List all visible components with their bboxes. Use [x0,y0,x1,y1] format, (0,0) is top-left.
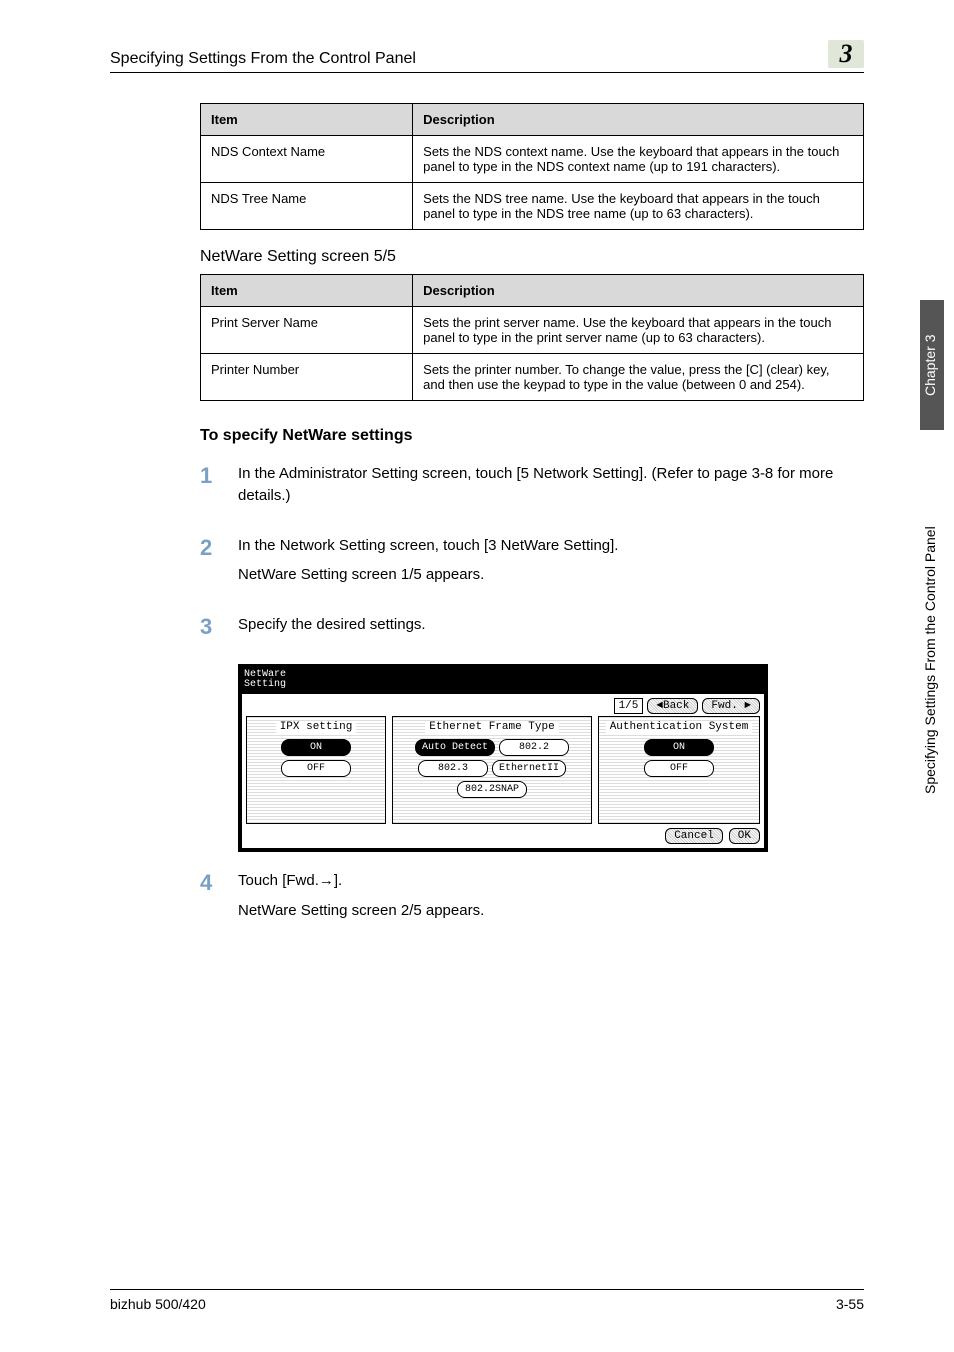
ipx-setting-label: IPX setting [276,721,357,733]
auth-on-button[interactable]: ON [644,739,714,756]
auth-off-button[interactable]: OFF [644,760,714,777]
step-text: NetWare Setting screen 1/5 appears. [238,564,864,586]
th-desc: Description [413,104,864,136]
cell-item: Print Server Name [201,307,413,354]
back-button[interactable]: ◄Back [647,698,698,714]
cell-desc: Sets the print server name. Use the keyb… [413,307,864,354]
ipx-off-button[interactable]: OFF [281,760,351,777]
auth-system-label: Authentication System [606,721,753,733]
footer-model: bizhub 500/420 [110,1296,206,1312]
step-number: 4 [200,870,238,894]
table-row: Print Server Name Sets the print server … [201,307,864,354]
ipx-on-button[interactable]: ON [281,739,351,756]
ethernet2-button[interactable]: EthernetII [492,760,566,777]
cell-desc: Sets the NDS tree name. Use the keyboard… [413,183,864,230]
frame-8023-button[interactable]: 802.3 [418,760,488,777]
table-row: NDS Tree Name Sets the NDS tree name. Us… [201,183,864,230]
cell-desc: Sets the NDS context name. Use the keybo… [413,136,864,183]
step-text: In the Network Setting screen, touch [3 … [238,535,864,557]
section-title: Specifying Settings From the Control Pan… [110,50,828,68]
to-specify-heading: To specify NetWare settings [200,427,864,445]
page-indicator: 1/5 [614,698,644,714]
cell-item: NDS Context Name [201,136,413,183]
table-row: NDS Context Name Sets the NDS context na… [201,136,864,183]
step-number: 3 [200,614,238,638]
cancel-button[interactable]: Cancel [665,828,723,844]
step-number: 2 [200,535,238,559]
step-text: In the Administrator Setting screen, tou… [238,463,864,507]
fwd-button[interactable]: Fwd. ► [702,698,760,714]
netware-panel-screenshot: NetWare Setting 1/5 ◄Back Fwd. ► IPX set… [238,664,768,852]
netware-5-5-heading: NetWare Setting screen 5/5 [200,248,864,266]
side-chapter: Chapter 3 [920,300,944,430]
th-item: Item [201,275,413,307]
side-title: Specifying Settings From the Control Pan… [920,430,944,890]
cell-item: Printer Number [201,354,413,401]
th-item: Item [201,104,413,136]
table-row: Printer Number Sets the printer number. … [201,354,864,401]
panel-title-line2: Setting [244,679,286,690]
step-text: NetWare Setting screen 2/5 appears. [238,900,864,922]
step-text: Touch [Fwd.→]. [238,870,864,892]
cell-item: NDS Tree Name [201,183,413,230]
frame-8022-button[interactable]: 802.2 [499,739,569,756]
cell-desc: Sets the printer number. To change the v… [413,354,864,401]
ok-button[interactable]: OK [729,828,760,844]
snap-button[interactable]: 802.2SNAP [457,781,527,798]
print-server-table: Item Description Print Server Name Sets … [200,274,864,401]
footer-page: 3-55 [836,1296,864,1312]
side-tab: Chapter 3 Specifying Settings From the C… [920,300,944,890]
frame-type-label: Ethernet Frame Type [425,721,558,733]
th-desc: Description [413,275,864,307]
chapter-badge: 3 [828,40,864,68]
auto-detect-button[interactable]: Auto Detect [415,739,495,756]
step-text: Specify the desired settings. [238,614,864,636]
nds-table: Item Description NDS Context Name Sets t… [200,103,864,230]
step-number: 1 [200,463,238,487]
